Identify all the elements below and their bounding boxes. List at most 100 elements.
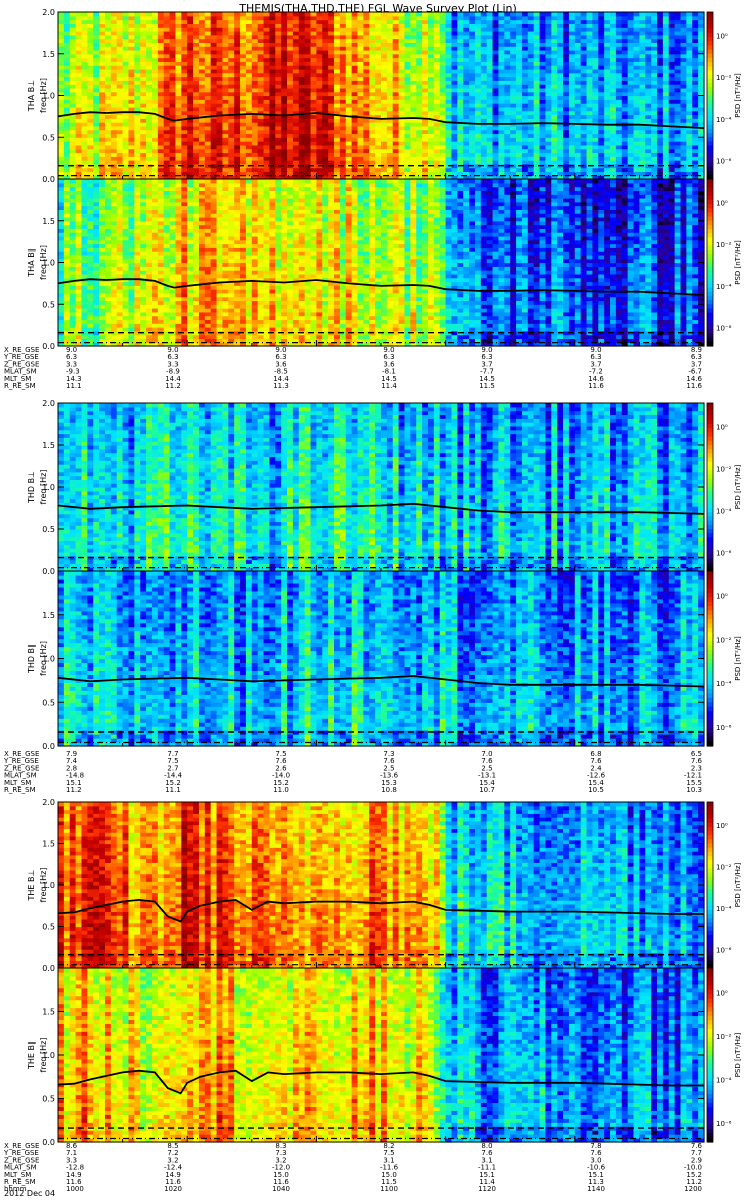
heatmap-cell [93, 65, 99, 69]
heatmap-cell [81, 126, 87, 130]
heatmap-cell [222, 73, 228, 77]
heatmap-cell [81, 160, 87, 164]
heatmap-cell [222, 99, 228, 103]
heatmap-cell [81, 77, 87, 81]
heatmap-cell [105, 103, 111, 107]
heatmap-cell [64, 50, 70, 54]
heatmap-cell [252, 77, 258, 81]
heatmap-cell [164, 31, 170, 35]
heatmap-cell [134, 156, 140, 160]
heatmap-cell [99, 149, 105, 153]
heatmap-cell [128, 122, 134, 126]
heatmap-cell [93, 160, 99, 164]
heatmap-cell [193, 58, 199, 62]
heatmap-cell [175, 61, 181, 65]
heatmap-cell [117, 118, 123, 122]
heatmap-cell [146, 84, 152, 88]
heatmap-cell [252, 65, 258, 69]
heatmap-cell [217, 58, 223, 62]
heatmap-cell [64, 118, 70, 122]
heatmap-cell [240, 12, 246, 16]
heatmap-cell [211, 99, 217, 103]
heatmap-cell [187, 145, 193, 149]
heatmap-cell [158, 107, 164, 111]
heatmap-cell [87, 46, 93, 50]
heatmap-cell [193, 107, 199, 111]
heatmap-cell [181, 73, 187, 77]
heatmap-cell [64, 137, 70, 141]
heatmap-cell [240, 156, 246, 160]
heatmap-cell [181, 92, 187, 96]
heatmap-cell [187, 88, 193, 92]
heatmap-cell [252, 92, 258, 96]
heatmap-cell [93, 35, 99, 39]
heatmap-cell [234, 130, 240, 134]
heatmap-cell [76, 39, 82, 43]
heatmap-cell [240, 39, 246, 43]
heatmap-cell [205, 99, 211, 103]
heatmap-cell [99, 58, 105, 62]
heatmap-cell [87, 54, 93, 58]
heatmap-cell [181, 130, 187, 134]
heatmap-cell [81, 16, 87, 20]
heatmap-cell [170, 141, 176, 145]
heatmap-cell [240, 27, 246, 31]
heatmap-cell [64, 122, 70, 126]
heatmap-cell [140, 69, 146, 73]
heatmap-cell [240, 103, 246, 107]
heatmap-cell [128, 137, 134, 141]
heatmap-cell [252, 50, 258, 54]
heatmap-cell [228, 50, 234, 54]
heatmap-cell [58, 73, 64, 77]
heatmap-cell [199, 118, 205, 122]
heatmap-cell [152, 141, 158, 145]
heatmap-cell [181, 80, 187, 84]
heatmap-cell [99, 35, 105, 39]
heatmap-cell [146, 31, 152, 35]
heatmap-cell [246, 50, 252, 54]
heatmap-cell [134, 130, 140, 134]
heatmap-cell [211, 69, 217, 73]
heatmap-cell [158, 141, 164, 145]
heatmap-cell [164, 73, 170, 77]
heatmap-cell [217, 69, 223, 73]
heatmap-cell [199, 50, 205, 54]
heatmap-cell [111, 73, 117, 77]
heatmap-cell [228, 27, 234, 31]
heatmap-cell [64, 65, 70, 69]
heatmap-cell [258, 126, 264, 130]
heatmap-cell [152, 118, 158, 122]
heatmap-cell [217, 168, 223, 172]
heatmap-cell [105, 96, 111, 100]
heatmap-cell [222, 141, 228, 145]
heatmap-cell [246, 54, 252, 58]
heatmap-cell [240, 73, 246, 77]
heatmap-cell [170, 39, 176, 43]
heatmap-cell [175, 20, 181, 24]
heatmap-cell [123, 149, 129, 153]
heatmap-cell [234, 80, 240, 84]
heatmap-cell [134, 126, 140, 130]
heatmap-cell [164, 111, 170, 115]
heatmap-cell [93, 73, 99, 77]
heatmap-cell [146, 65, 152, 69]
heatmap-cell [211, 50, 217, 54]
heatmap-cell [134, 54, 140, 58]
heatmap-cell [187, 137, 193, 141]
heatmap-cell [181, 111, 187, 115]
heatmap-cell [111, 16, 117, 20]
heatmap-cell [140, 92, 146, 96]
heatmap-cell [234, 96, 240, 100]
heatmap-cell [128, 31, 134, 35]
heatmap-cell [199, 152, 205, 156]
heatmap-cell [240, 122, 246, 126]
heatmap-cell [217, 111, 223, 115]
heatmap-cell [222, 42, 228, 46]
heatmap-cell [193, 88, 199, 92]
heatmap-cell [246, 133, 252, 137]
heatmap-cell [111, 168, 117, 172]
heatmap-cell [252, 114, 258, 118]
heatmap-cell [228, 20, 234, 24]
heatmap-cell [128, 58, 134, 62]
heatmap-cell [99, 96, 105, 100]
